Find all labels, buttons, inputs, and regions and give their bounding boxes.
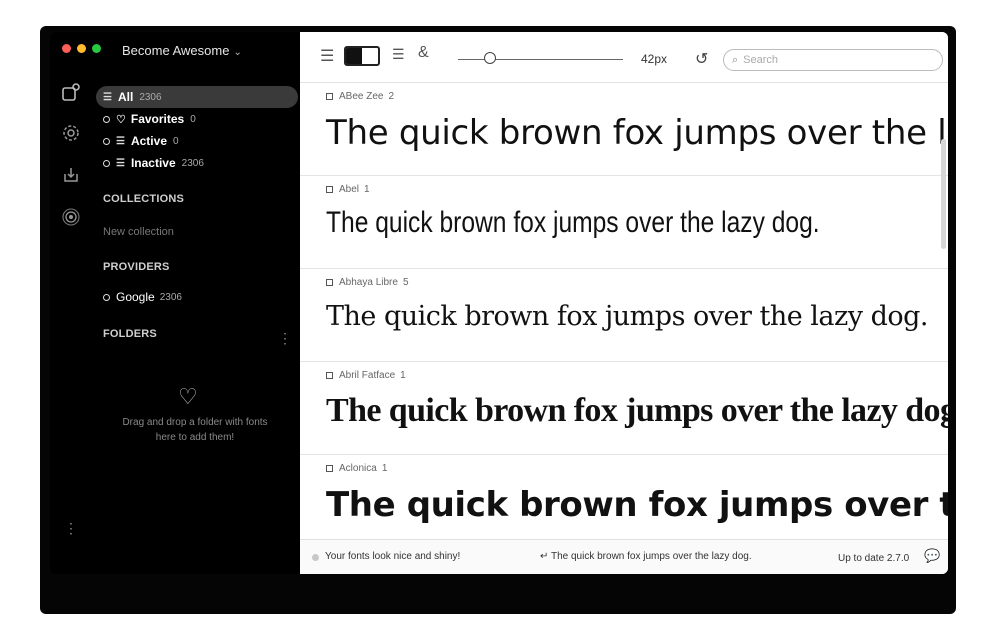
sample-text: The quick brown fox jumps over the lazy … — [550, 551, 752, 562]
provider-label: Google — [116, 290, 155, 304]
workspace-title: Become Awesome — [122, 43, 230, 58]
sidebar-menu-icon[interactable]: ⋮ — [64, 520, 78, 537]
more-options-icon[interactable]: ⋮ — [278, 330, 292, 347]
version-status: Up to date 2.7.0 — [838, 553, 910, 564]
activate-checkbox[interactable] — [326, 93, 333, 100]
reset-icon[interactable]: ↺ — [695, 49, 708, 69]
filter-count: 0 — [190, 113, 196, 125]
workspace-switcher[interactable]: Become Awesome ⌄ — [122, 43, 242, 58]
providers-heading: PROVIDERS — [103, 261, 170, 273]
fonts-icon[interactable] — [60, 82, 82, 104]
toggle-dark-half — [346, 48, 362, 64]
import-icon[interactable] — [60, 166, 82, 188]
list-icon: ☰ — [116, 157, 125, 169]
font-name: Aclonica — [339, 463, 377, 474]
theme-toggle[interactable] — [344, 46, 380, 66]
font-row[interactable]: Aclonica 1 The quick brown fox jumps ove… — [300, 455, 948, 539]
filter-all[interactable]: ☰ All 2306 — [96, 86, 298, 108]
sidebar-rail — [60, 82, 86, 250]
heart-icon: ♡ — [116, 113, 126, 126]
sample-text-preview[interactable]: ↵ The quick brown fox jumps over the laz… — [540, 551, 752, 562]
filter-list: ☰ All 2306 ♡ Favorites 0 ☰ Active 0 ☰ In… — [96, 86, 298, 174]
broadcast-icon[interactable] — [60, 208, 82, 230]
font-sample: The quick brown fox jumps over the lazy … — [326, 485, 948, 525]
font-meta: Abhaya Libre 5 — [326, 277, 409, 288]
activate-checkbox[interactable] — [326, 372, 333, 379]
heart-icon: ♡ — [178, 384, 198, 409]
filter-inactive[interactable]: ☰ Inactive 2306 — [96, 152, 298, 174]
font-sample: The quick brown fox jumps over the lazy … — [326, 113, 948, 153]
collections-heading: COLLECTIONS — [103, 193, 185, 205]
list-icon: ☰ — [116, 135, 125, 147]
font-row[interactable]: Abril Fatface 1 The quick brown fox jump… — [300, 362, 948, 455]
filter-count: 0 — [173, 135, 179, 147]
window-controls — [62, 44, 101, 53]
filter-favorites[interactable]: ♡ Favorites 0 — [96, 108, 298, 130]
minimize-window-button[interactable] — [77, 44, 86, 53]
font-variant-count: 1 — [364, 184, 370, 195]
status-dot-icon — [312, 554, 319, 561]
font-name: Abhaya Libre — [339, 277, 398, 288]
radio-icon — [103, 137, 110, 145]
toolbar: ☰ ☰ & 42px ↺ ⌕ Search — [300, 32, 948, 83]
status-bar: Your fonts look nice and shiny! ↵ The qu… — [300, 539, 948, 574]
font-row[interactable]: ABee Zee 2 The quick brown fox jumps ove… — [300, 83, 948, 176]
provider-count: 2306 — [159, 291, 182, 303]
font-name: Abel — [339, 184, 360, 195]
align-left-icon[interactable]: ☰ — [392, 46, 405, 63]
font-variant-count: 5 — [402, 277, 409, 288]
chevron-down-icon: ⌄ — [233, 47, 242, 58]
font-meta: Abel 1 — [326, 184, 370, 195]
activate-checkbox[interactable] — [326, 279, 333, 286]
font-sample: The quick brown fox jumps over the lazy … — [326, 206, 820, 239]
search-icon: ⌕ — [732, 53, 739, 66]
hamburger-menu-icon[interactable]: ☰ — [320, 46, 334, 66]
font-meta: ABee Zee 2 — [326, 91, 394, 102]
font-meta: Aclonica 1 — [326, 463, 387, 474]
list-icon: ☰ — [103, 91, 112, 103]
close-window-button[interactable] — [62, 44, 71, 53]
scrollbar[interactable] — [941, 139, 946, 249]
radio-icon — [103, 159, 110, 167]
filter-label: Favorites — [130, 112, 185, 126]
font-sample: The quick brown fox jumps over the lazy … — [326, 301, 928, 332]
main-panel: ☰ ☰ & 42px ↺ ⌕ Search ABee Zee 2 The qui… — [300, 32, 948, 574]
radio-icon — [103, 115, 110, 123]
filter-label: Inactive — [130, 156, 176, 170]
font-size-value: 42px — [641, 52, 668, 66]
folder-drop-hint: Drag and drop a folder with fonts here t… — [122, 417, 268, 443]
font-row[interactable]: Abel 1 The quick brown fox jumps over th… — [300, 176, 948, 269]
radio-icon — [103, 293, 110, 301]
font-name: Abril Fatface — [339, 370, 396, 381]
activate-checkbox[interactable] — [326, 186, 333, 193]
filter-label: Active — [130, 134, 167, 148]
status-message: Your fonts look nice and shiny! — [325, 551, 461, 562]
settings-gear-icon[interactable] — [60, 124, 82, 146]
font-name: ABee Zee — [339, 91, 384, 102]
filter-label: All — [117, 90, 134, 104]
chat-bubble-icon[interactable]: 💬 — [924, 548, 940, 564]
filter-count: 2306 — [181, 157, 204, 169]
glyph-view-icon[interactable]: & — [418, 44, 429, 62]
font-row[interactable]: Abhaya Libre 5 The quick brown fox jumps… — [300, 269, 948, 362]
search-input[interactable]: ⌕ Search — [723, 49, 943, 71]
filter-count: 2306 — [139, 91, 162, 103]
font-variant-count: 2 — [388, 91, 395, 102]
font-sample: The quick brown fox jumps over the lazy … — [326, 392, 948, 429]
zoom-window-button[interactable] — [92, 44, 101, 53]
font-meta: Abril Fatface 1 — [326, 370, 406, 381]
activate-checkbox[interactable] — [326, 465, 333, 472]
font-variant-count: 1 — [400, 370, 406, 381]
app-window: Become Awesome ⌄ ☰ All 2306 ♡ Favorites … — [50, 32, 948, 574]
slider-handle[interactable] — [484, 52, 496, 64]
search-placeholder: Search — [743, 54, 779, 66]
filter-active[interactable]: ☰ Active 0 — [96, 130, 298, 152]
font-size-slider[interactable] — [458, 59, 623, 60]
sidebar: Become Awesome ⌄ ☰ All 2306 ♡ Favorites … — [50, 32, 300, 574]
font-variant-count: 1 — [381, 463, 388, 474]
folders-heading: FOLDERS — [103, 328, 157, 340]
font-list: ABee Zee 2 The quick brown fox jumps ove… — [300, 83, 948, 539]
new-collection-button[interactable]: New collection — [103, 226, 174, 238]
provider-google[interactable]: Google 2306 — [103, 290, 182, 304]
